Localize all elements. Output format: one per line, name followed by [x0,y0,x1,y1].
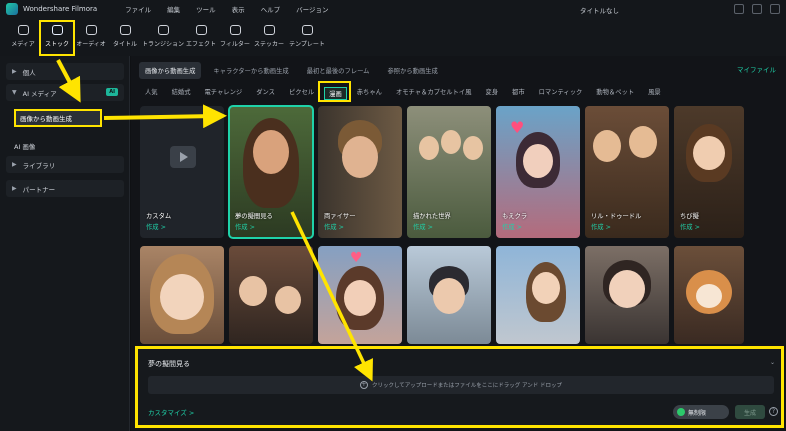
filmora-logo-icon [6,3,18,15]
chevron-down-icon: ▼ [12,89,17,96]
title-bar: Wondershare Filmora ファイル 編集 ツール 表示 ヘルプ バ… [0,0,786,18]
template-card-two-face[interactable]: 両ァイサー 作成 > [318,106,402,238]
menu-edit[interactable]: 編集 [167,4,180,14]
template-card-row2[interactable]: ♥ [318,246,402,344]
template-card-moe[interactable]: ♥ もえクラ 作成 > [496,106,580,238]
category-item[interactable]: 風景 [648,87,661,100]
menu-view[interactable]: 表示 [232,4,245,14]
tab-image-to-video[interactable]: 画像から動画生成 [139,62,202,79]
maximize-icon[interactable] [752,4,762,14]
template-icon [301,25,313,35]
my-files-link[interactable]: マイファイル [737,64,776,74]
help-icon[interactable]: ? [769,407,778,416]
template-card-row2[interactable] [140,246,224,344]
chevron-right-icon: ▶ [12,68,17,75]
transition-icon [157,25,169,35]
template-card-lil-doodle[interactable]: リル・ドゥードル 作成 > [585,106,669,238]
template-card-row2[interactable] [674,246,744,344]
category-item[interactable]: 結婚式 [172,87,191,100]
category-item[interactable]: ダンス [256,87,275,100]
menu-bar: ファイル 編集 ツール 表示 ヘルプ バージョン [125,4,328,14]
free-usage-button[interactable]: 無制限 [673,405,729,419]
category-highlight-box [318,81,351,102]
upload-dropzone[interactable]: + クリックしてアップロードまたはファイルをここにドラッグ アンド ドロップ [148,376,774,394]
audio-icon [85,25,97,35]
stock-highlight-box [39,20,75,56]
tool-template[interactable]: テンプレート [288,18,326,52]
title-icon [119,25,131,35]
tool-transition[interactable]: トランジション [142,18,184,52]
customize-link[interactable]: カスタマイズ > [148,407,194,417]
plus-circle-icon [677,408,685,416]
sidebar-item-library[interactable]: ▶ ライブラリ [6,156,124,173]
template-card-painted-world[interactable]: 描かれた世界 作成 > [407,106,491,238]
menu-version[interactable]: バージョン [296,4,328,14]
tool-title[interactable]: タイトル [110,18,140,52]
window-controls [734,4,780,14]
sidebar-item-partner[interactable]: ▶ パートナー [6,180,124,197]
category-item[interactable]: 人気 [145,87,158,100]
menu-help[interactable]: ヘルプ [261,4,281,14]
tab-character-to-video[interactable]: キャラクターから動画生成 [207,62,294,79]
chevron-right-icon: ▶ [12,185,17,192]
close-icon[interactable] [770,4,780,14]
category-item[interactable]: 電チャレンジ [204,87,242,100]
media-icon [17,25,29,35]
tool-sticker[interactable]: ステッカー [254,18,284,52]
chevron-down-icon[interactable]: ⌄ [770,359,775,366]
category-item[interactable]: 変身 [485,87,498,100]
tool-effect[interactable]: エフェクト [186,18,216,52]
sidebar-item-personal[interactable]: ▶ 個人 [6,63,124,80]
template-card-chibi[interactable]: ちび擬 作成 > [674,106,744,238]
ai-badge: AI [106,88,118,96]
effect-icon [195,25,207,35]
chevron-right-icon: ▶ [12,161,17,168]
generate-button[interactable]: 生成 [735,405,765,419]
ai-media-highlight-box [14,107,106,129]
heart-icon: ♥ [510,118,525,137]
sidebar-item-ai-media[interactable]: ▼ AI メディア AI [6,84,124,101]
template-card-custom[interactable]: カスタム 作成 > [140,106,224,238]
tool-filter[interactable]: フィルター [220,18,250,52]
panel-title: 夢の擬間見る [148,360,190,368]
app-name: Wondershare Filmora [23,5,98,13]
menu-tools[interactable]: ツール [196,4,216,14]
minimize-icon[interactable] [734,4,744,14]
template-card-row2[interactable] [496,246,580,344]
sticker-icon [263,25,275,35]
heart-icon: ♥ [350,250,363,266]
category-item[interactable]: オモチャ＆カプセルトイ風 [396,87,472,100]
category-item[interactable]: 赤ちゃん [357,87,382,100]
tool-audio[interactable]: オーディオ [76,18,106,52]
template-card-row2[interactable] [585,246,669,344]
plus-icon: + [359,381,368,389]
category-bar: 人気 結婚式 電チャレンジ ダンス ピクセル 漫画 赤ちゃん オモチャ＆カプセル… [145,87,675,100]
menu-file[interactable]: ファイル [125,4,151,14]
tab-reference-to-video[interactable]: 参照から動画生成 [381,62,443,79]
tab-first-last-frame[interactable]: 最初と最後のフレーム [301,62,376,79]
template-card-row2[interactable] [407,246,491,344]
template-card-row2[interactable] [229,246,313,344]
tab-bar: 画像から動画生成 キャラクターから動画生成 最初と最後のフレーム 参照から動画生… [139,62,444,79]
main-toolbar: メディア ストック オーディオ タイトル トランジション エフェクト フィルター… [0,18,786,56]
sidebar-sub-ai-image[interactable]: AI 画像 [14,141,35,151]
category-item[interactable]: ピクセル [289,87,314,100]
category-item[interactable]: ロマンティック [539,87,583,100]
category-item[interactable]: 動物＆ペット [596,87,634,100]
category-item[interactable]: 都市 [512,87,525,100]
video-add-icon [170,146,196,168]
tool-media[interactable]: メディア [8,18,38,52]
document-title: タイトルなし [580,7,619,15]
template-card-dream[interactable]: 夢の擬間見る 作成 > [228,105,314,239]
generation-panel: 夢の擬間見る ⌄ + クリックしてアップロードまたはファイルをここにドラッグ ア… [135,346,784,428]
filter-icon [229,25,241,35]
